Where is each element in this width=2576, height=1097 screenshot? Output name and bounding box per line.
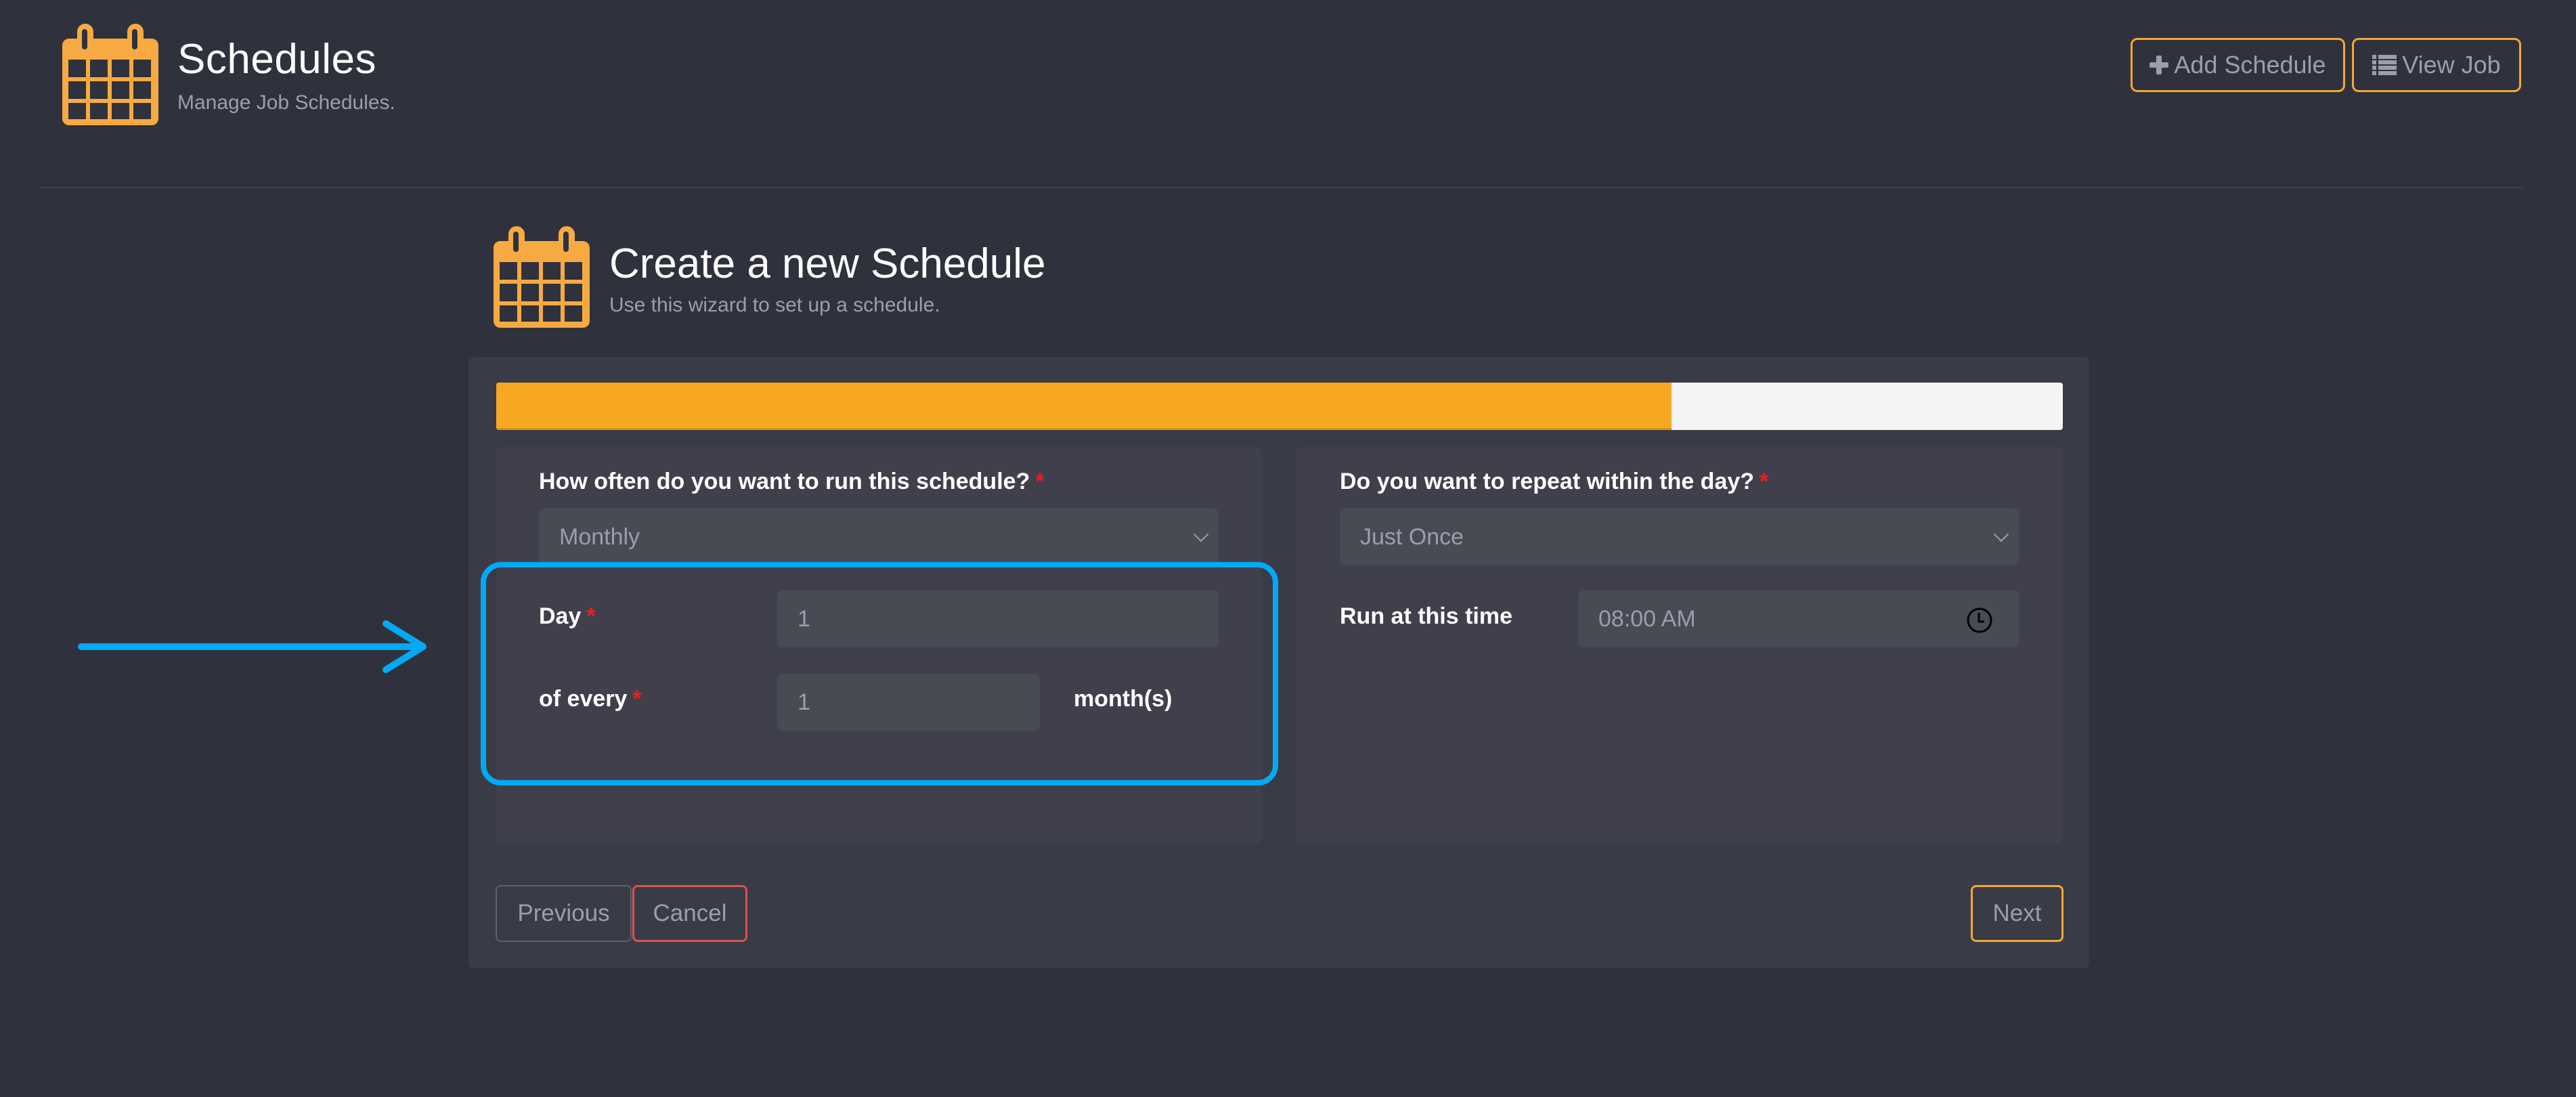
- highlight-annotation-box: [481, 562, 1278, 786]
- list-icon: [2372, 55, 2397, 75]
- repeat-select[interactable]: Just Once: [1340, 509, 2019, 565]
- wizard-calendar-icon: [494, 226, 590, 328]
- page-title: Schedules: [177, 36, 377, 83]
- chevron-down-icon: [1993, 526, 2009, 542]
- time-label: Run at this time: [1340, 603, 1513, 629]
- cancel-button[interactable]: Cancel: [632, 885, 747, 942]
- arrow-annotation-icon: [78, 620, 427, 673]
- add-schedule-button[interactable]: Add Schedule: [2131, 38, 2345, 92]
- plus-icon: [2149, 56, 2169, 74]
- wizard-title: Create a new Schedule: [609, 240, 1046, 287]
- progress-fill: [496, 383, 1672, 430]
- page-subtitle: Manage Job Schedules.: [177, 91, 395, 114]
- time-value: 08:00 AM: [1598, 605, 1696, 632]
- clock-icon[interactable]: [1966, 607, 1993, 634]
- next-button[interactable]: Next: [1971, 885, 2064, 942]
- progress-bar: [496, 383, 2063, 430]
- repeat-value: Just Once: [1360, 523, 1464, 550]
- time-input[interactable]: 08:00 AM: [1578, 590, 2019, 647]
- view-job-label: View Job: [2402, 51, 2501, 79]
- repeat-label: Do you want to repeat within the day? *: [1340, 469, 1769, 494]
- wizard-subtitle: Use this wizard to set up a schedule.: [609, 294, 940, 316]
- frequency-value: Monthly: [559, 523, 640, 550]
- add-schedule-label: Add Schedule: [2174, 51, 2326, 79]
- calendar-icon: [62, 24, 158, 125]
- previous-button[interactable]: Previous: [496, 885, 632, 942]
- required-mark: *: [1035, 469, 1045, 494]
- header-divider: [39, 187, 2524, 188]
- frequency-label: How often do you want to run this schedu…: [539, 469, 1045, 494]
- frequency-select[interactable]: Monthly: [539, 509, 1219, 565]
- required-mark: *: [1760, 469, 1769, 494]
- view-job-button[interactable]: View Job: [2352, 38, 2521, 92]
- chevron-down-icon: [1193, 526, 1209, 542]
